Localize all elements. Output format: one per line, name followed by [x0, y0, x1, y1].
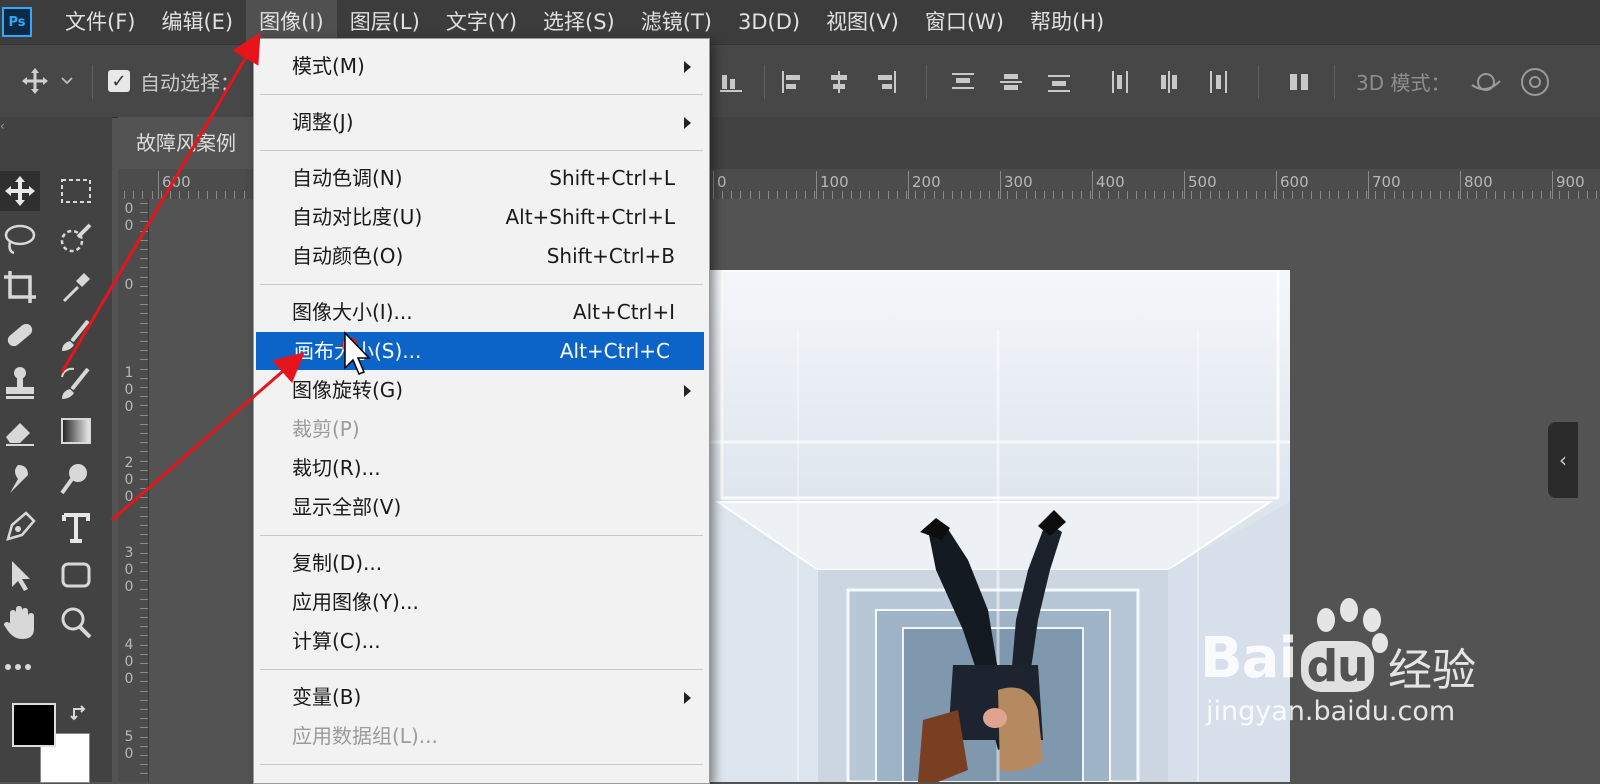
baidu-jingyan-watermark: Bai du 经验 jingyan.baidu.com: [1200, 598, 1490, 738]
mouse-cursor-icon: [344, 331, 371, 375]
annotation-arrow-to-canvas-size: [111, 352, 305, 522]
watermark-brand: Bai du: [1200, 626, 1374, 692]
annotation-arrow-to-image-menu: [60, 32, 261, 373]
watermark-cn: 经验: [1388, 645, 1476, 696]
watermark-url: jingyan.baidu.com: [1206, 696, 1456, 727]
